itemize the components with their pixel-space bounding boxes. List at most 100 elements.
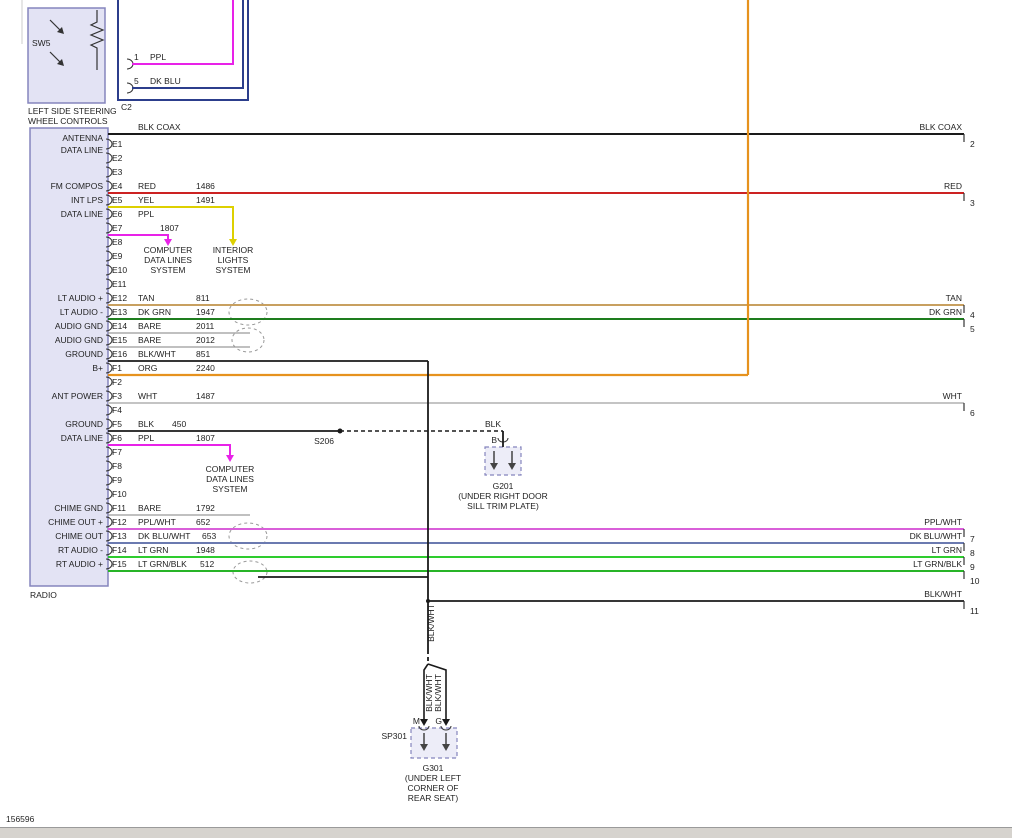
- pin-label-F14: F14: [112, 545, 127, 555]
- dest-interior-lights-2: LIGHTS: [218, 255, 249, 265]
- wire-circuit-label-fm_compos: 1486: [196, 181, 215, 191]
- wire-color-label-org: ORG: [138, 363, 157, 373]
- wire-color-label-e16: BLK/WHT: [138, 349, 176, 359]
- function-label: ANTENNA: [62, 133, 103, 143]
- g301-branch-g-label: G: [435, 716, 442, 726]
- terminal-number-5: 5: [970, 324, 975, 334]
- dest-interior-lights-1: INTERIOR: [213, 245, 254, 255]
- pin-label-F3: F3: [112, 391, 122, 401]
- g301-ground-box: [411, 728, 457, 758]
- pin-label-E14: E14: [112, 321, 127, 331]
- function-label: LT AUDIO +: [58, 293, 103, 303]
- dest-computer-data-lines-b3: SYSTEM: [213, 484, 248, 494]
- wire-right-label-wht: WHT: [943, 391, 962, 401]
- terminal-number-6: 6: [970, 408, 975, 418]
- wire-circuit-label-dkgrn: 1947: [196, 307, 215, 317]
- steering-pin-color: DK BLU: [150, 76, 181, 86]
- terminal-number-11: 11: [970, 606, 979, 616]
- g301-location-line1: (UNDER LEFT: [405, 773, 461, 783]
- dest-computer-data-lines-1: COMPUTER: [144, 245, 193, 255]
- function-label: GROUND: [65, 349, 103, 359]
- wiring-diagram: SW5 1 PPL 5 DK BLU C2 LEFT SIDE STEERING…: [0, 0, 1012, 838]
- pin-label-F11: F11: [112, 503, 126, 513]
- function-label: GROUND: [65, 419, 103, 429]
- terminal-number-10: 10: [970, 576, 980, 586]
- function-label: CHIME GND: [54, 503, 103, 513]
- steering-pin-color: PPL: [150, 52, 166, 62]
- wire-right-label-pplwht: PPL/WHT: [924, 517, 962, 527]
- connector-label: C2: [121, 102, 132, 112]
- wire-right-label-dkbluwht: DK BLU/WHT: [910, 531, 962, 541]
- wire-color-label-fm_compos: RED: [138, 181, 156, 191]
- pin-label-E16: E16: [112, 349, 127, 359]
- wire-circuit-label-ltgrn: 1948: [196, 545, 215, 555]
- wire-right-label-ltgrnblk: LT GRN/BLK: [913, 559, 962, 569]
- function-label: FM COMPOS: [51, 181, 104, 191]
- wire-circuit-label-data_f6: 1807: [196, 433, 215, 443]
- g301-name: G301: [423, 763, 444, 773]
- dest-computer-data-lines-b1: COMPUTER: [206, 464, 255, 474]
- sp301-label: SP301: [381, 731, 407, 741]
- function-label: CHIME OUT: [55, 531, 103, 541]
- wire-circuit-label-bare3: 1792: [196, 503, 215, 513]
- wire-right-label-ltgrn: LT GRN: [932, 545, 962, 555]
- pin-label-F15: F15: [112, 559, 127, 569]
- pin-label-F6: F6: [112, 433, 122, 443]
- wire-right-label-fm_compos: RED: [944, 181, 962, 191]
- wire-circuit-label-int_lps: 1491: [196, 195, 215, 205]
- pin-label-F4: F4: [112, 405, 122, 415]
- dest-computer-data-lines-2: DATA LINES: [144, 255, 192, 265]
- pin-label-F8: F8: [112, 461, 122, 471]
- wire-circuit-label-data_e7: 1807: [160, 223, 179, 233]
- pin-label-E3: E3: [112, 167, 123, 177]
- g201-location-line2: SILL TRIM PLATE): [467, 501, 539, 511]
- dest-computer-data-lines-b2: DATA LINES: [206, 474, 254, 484]
- pin-label-F1: F1: [112, 363, 122, 373]
- pin-label-E12: E12: [112, 293, 127, 303]
- pin-label-E9: E9: [112, 251, 123, 261]
- function-label: CHIME OUT +: [48, 517, 103, 527]
- wire-right-label-antenna: BLK COAX: [919, 122, 962, 132]
- pin-label-E10: E10: [112, 265, 127, 275]
- figure-number: 156596: [6, 814, 35, 824]
- wire-right-label-dkgrn: DK GRN: [929, 307, 962, 317]
- g201-pin-label: B: [491, 435, 497, 445]
- wire-circuit-label-e16: 851: [196, 349, 210, 359]
- steering-pin-number: 1: [134, 52, 139, 62]
- pin-label-F13: F13: [112, 531, 127, 541]
- function-label: ANT POWER: [52, 391, 103, 401]
- window-bottom-bar: [0, 828, 1012, 838]
- wire-color-label-dkgrn: DK GRN: [138, 307, 171, 317]
- pin-label-F12: F12: [112, 517, 127, 527]
- function-label: INT LPS: [71, 195, 103, 205]
- wire-circuit-label-dkbluwht: 653: [202, 531, 216, 541]
- pin-label-F5: F5: [112, 419, 122, 429]
- g301-branch-m-label: M: [413, 716, 420, 726]
- wire-color-label-data_f6: PPL: [138, 433, 154, 443]
- wire-circuit-label-bare1: 2011: [196, 321, 215, 331]
- function-label: RT AUDIO -: [58, 545, 103, 555]
- function-label: AUDIO GND: [55, 321, 103, 331]
- g201-ground-box: [485, 447, 521, 475]
- wire-color-label-bare1: BARE: [138, 321, 161, 331]
- terminal-number-9: 9: [970, 562, 975, 572]
- pin-label-E1: E1: [112, 139, 123, 149]
- function-label: DATA LINE: [61, 433, 104, 443]
- function-label: LT AUDIO -: [60, 307, 103, 317]
- g201-wire-color-label: BLK: [485, 419, 501, 429]
- pin-label-E13: E13: [112, 307, 127, 317]
- wire-circuit-label-bare2: 2012: [196, 335, 215, 345]
- pin-label-E2: E2: [112, 153, 123, 163]
- terminal-number-7: 7: [970, 534, 975, 544]
- function-label: RT AUDIO +: [56, 559, 103, 569]
- steering-box-label: SW5: [32, 38, 51, 48]
- wire-circuit-label-pplwht: 652: [196, 517, 210, 527]
- function-label: AUDIO GND: [55, 335, 103, 345]
- pin-label-F10: F10: [112, 489, 127, 499]
- wire-color-label-pplwht: PPL/WHT: [138, 517, 176, 527]
- function-label: B+: [92, 363, 103, 373]
- pin-label-E15: E15: [112, 335, 127, 345]
- pin-label-E7: E7: [112, 223, 123, 233]
- wire-color-label-int_lps: YEL: [138, 195, 154, 205]
- g201-name: G201: [493, 481, 514, 491]
